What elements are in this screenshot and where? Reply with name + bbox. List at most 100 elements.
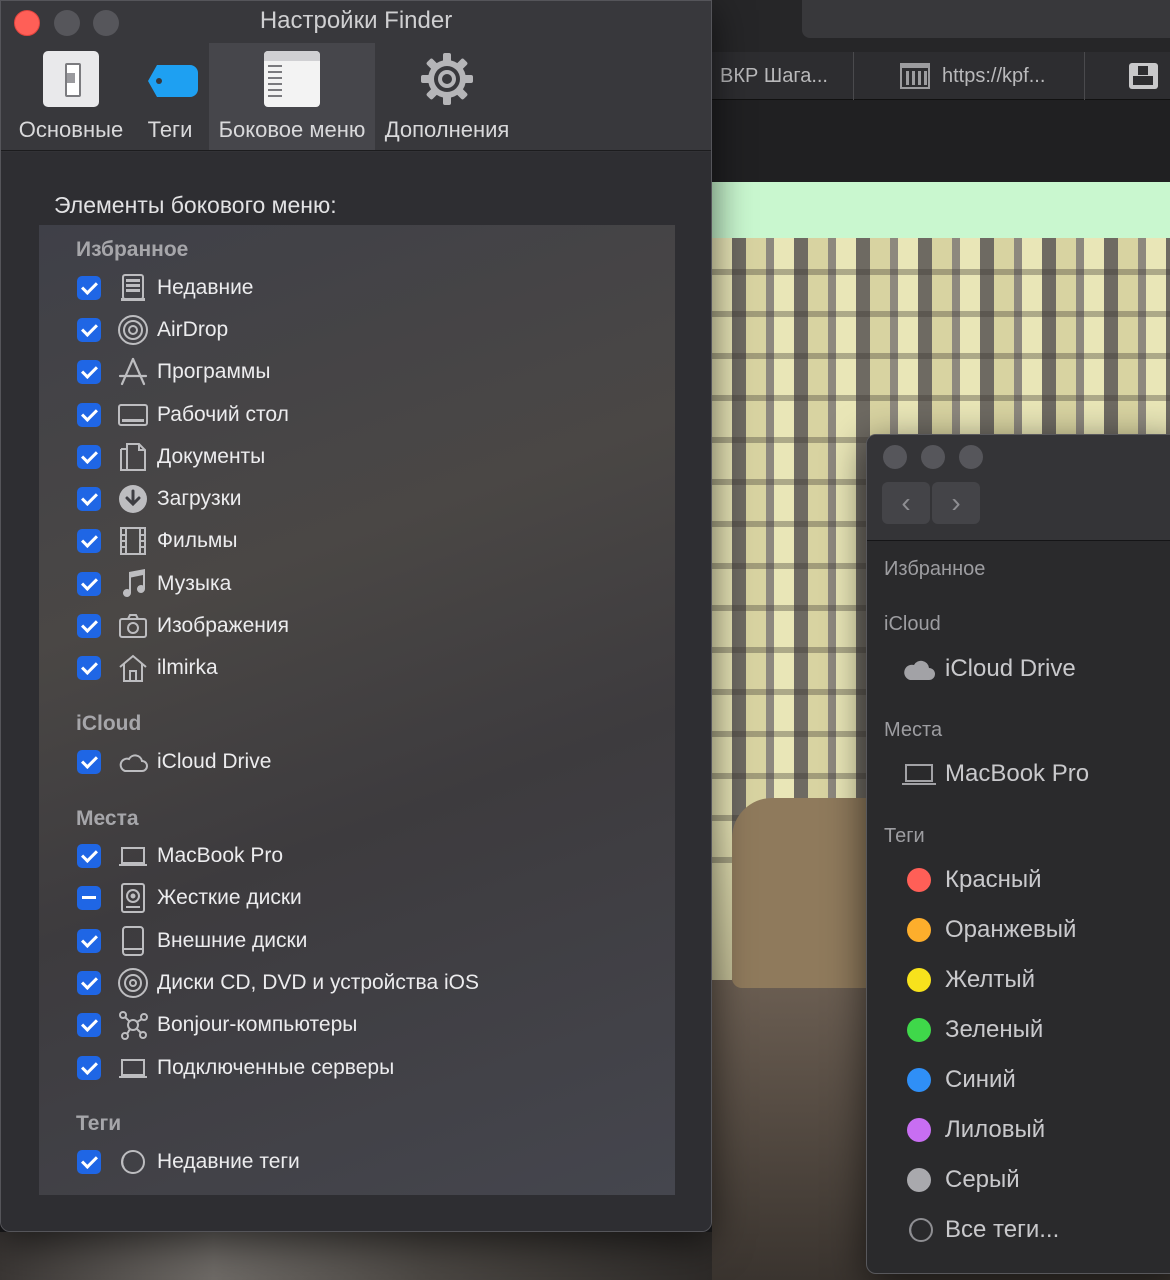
tag-color-dot [907,1018,931,1042]
checkbox[interactable] [77,1013,101,1037]
sidebar-option-external-disks[interactable]: Внешние диски [77,925,307,957]
all-tags-icon [901,1215,937,1245]
sidebar-option-recent-tags[interactable]: Недавние теги [77,1146,300,1178]
sidebar-option-music[interactable]: Музыка [77,568,231,600]
finder-item-label: iCloud Drive [945,655,1076,682]
checkbox[interactable] [77,1150,101,1174]
hard-disk-icon [117,882,149,914]
checkbox[interactable] [77,318,101,342]
finder-tag-orange[interactable]: Оранжевый [901,912,1076,948]
finder-tag-red[interactable]: Красный [901,862,1042,898]
sidebar-option-label: Подключенные серверы [157,1056,395,1079]
tab-tags[interactable]: Теги [134,43,206,150]
finder-all-tags[interactable]: Все теги... [901,1212,1059,1248]
checkbox[interactable] [77,614,101,638]
checkbox[interactable] [77,403,101,427]
prefs-content: Элементы бокового меню: Избранное Недавн… [1,152,711,1231]
checkbox[interactable] [77,360,101,384]
sidebar-option-downloads[interactable]: Загрузки [77,483,242,515]
finder-item-macbook[interactable]: MacBook Pro [901,756,1089,792]
checkbox[interactable] [77,971,101,995]
sidebar-option-label: ilmirka [157,656,218,679]
tab-advanced[interactable]: Дополнения [379,43,515,150]
applications-icon [117,356,149,388]
documents-icon [117,441,149,473]
page-header-band [712,182,1170,238]
sidebar-option-documents[interactable]: Документы [77,441,265,473]
browser-address-bar[interactable] [802,0,1170,38]
window-title: Настройки Finder [259,7,453,34]
zoom-button[interactable] [959,445,983,469]
checkbox[interactable] [77,750,101,774]
browser-toolbar [712,100,1170,182]
finder-item-label: Зеленый [945,1016,1044,1043]
finder-section-places: Места [884,719,943,741]
browser-tab[interactable] [1085,52,1170,100]
sidebar-option-hard-disks[interactable]: Жесткие диски [77,882,302,914]
sidebar-option-label: Жесткие диски [157,886,302,909]
sidebar-option-bonjour[interactable]: Bonjour-компьютеры [77,1009,357,1041]
section-header-places: Места [76,807,139,830]
finder-item-label: Желтый [945,966,1036,993]
laptop-icon [901,759,937,789]
laptop-icon [117,840,149,872]
external-disk-icon [117,925,149,957]
finder-item-label: Оранжевый [945,916,1077,943]
chevron-right-icon: › [951,487,961,518]
tab-label: Основные [18,117,124,142]
finder-tag-blue[interactable]: Синий [901,1062,1016,1098]
sidebar-option-cd-dvd[interactable]: Диски CD, DVD и устройства iOS [77,967,479,999]
sidebar-option-pictures[interactable]: Изображения [77,610,289,642]
sidebar-option-label: Внешние диски [157,929,308,952]
sidebar-option-movies[interactable]: Фильмы [77,525,237,557]
checkbox[interactable] [77,445,101,469]
desktop-icon [117,399,149,431]
tab-general[interactable]: Основные [13,43,129,150]
browser-tab[interactable]: https://kpf... [854,52,1085,100]
sidebar-option-desktop[interactable]: Рабочий стол [77,399,289,431]
finder-item-label: Серый [945,1166,1020,1193]
browser-tab[interactable]: ВКР Шага... [712,52,854,100]
cloud-icon [117,746,149,778]
sidebar-option-icloud-drive[interactable]: iCloud Drive [77,746,271,778]
finder-tag-yellow[interactable]: Желтый [901,962,1035,998]
checkbox[interactable] [77,572,101,596]
checkbox[interactable] [77,276,101,300]
checkbox[interactable] [77,487,101,511]
forward-button[interactable]: › [932,482,980,524]
finder-tag-purple[interactable]: Лиловый [901,1112,1045,1148]
recents-icon [117,272,149,304]
sidebar-option-label: Недавние [157,276,254,299]
checkbox[interactable] [77,656,101,680]
cd-icon [117,967,149,999]
checkbox[interactable] [77,844,101,868]
downloads-icon [117,483,149,515]
sidebar-option-applications[interactable]: Программы [77,356,270,388]
sidebar-option-recents[interactable]: Недавние [77,272,253,304]
checkbox[interactable] [77,886,101,910]
sidebar-option-home[interactable]: ilmirka [77,652,218,684]
tab-sidebar[interactable]: Боковое меню [209,43,375,150]
sidebar-option-macbook[interactable]: MacBook Pro [77,840,283,872]
back-button[interactable]: ‹ [882,482,930,524]
finder-tag-gray[interactable]: Серый [901,1162,1020,1198]
finder-window: ‹ › Избранное iCloud iCloud Drive Места … [866,434,1170,1274]
finder-item-icloud-drive[interactable]: iCloud Drive [901,651,1076,687]
sidebar-option-label: Музыка [157,572,232,595]
bonjour-icon [117,1009,149,1041]
sidebar-option-airdrop[interactable]: AirDrop [77,314,228,346]
close-button[interactable] [883,445,907,469]
sidebar-option-label: Диски CD, DVD и устройства iOS [157,971,479,994]
tag-color-dot [907,1168,931,1192]
sidebar-items-heading: Элементы бокового меню: [54,192,337,218]
checkbox[interactable] [77,929,101,953]
finder-tag-green[interactable]: Зеленый [901,1012,1043,1048]
finder-item-label: Все теги... [945,1216,1060,1243]
checkbox[interactable] [77,1056,101,1080]
tab-label: Боковое меню [218,117,366,142]
sidebar-option-servers[interactable]: Подключенные серверы [77,1052,394,1084]
checkbox[interactable] [77,529,101,553]
section-header-tags: Теги [76,1112,122,1135]
cloud-icon [901,654,937,684]
minimize-button[interactable] [921,445,945,469]
